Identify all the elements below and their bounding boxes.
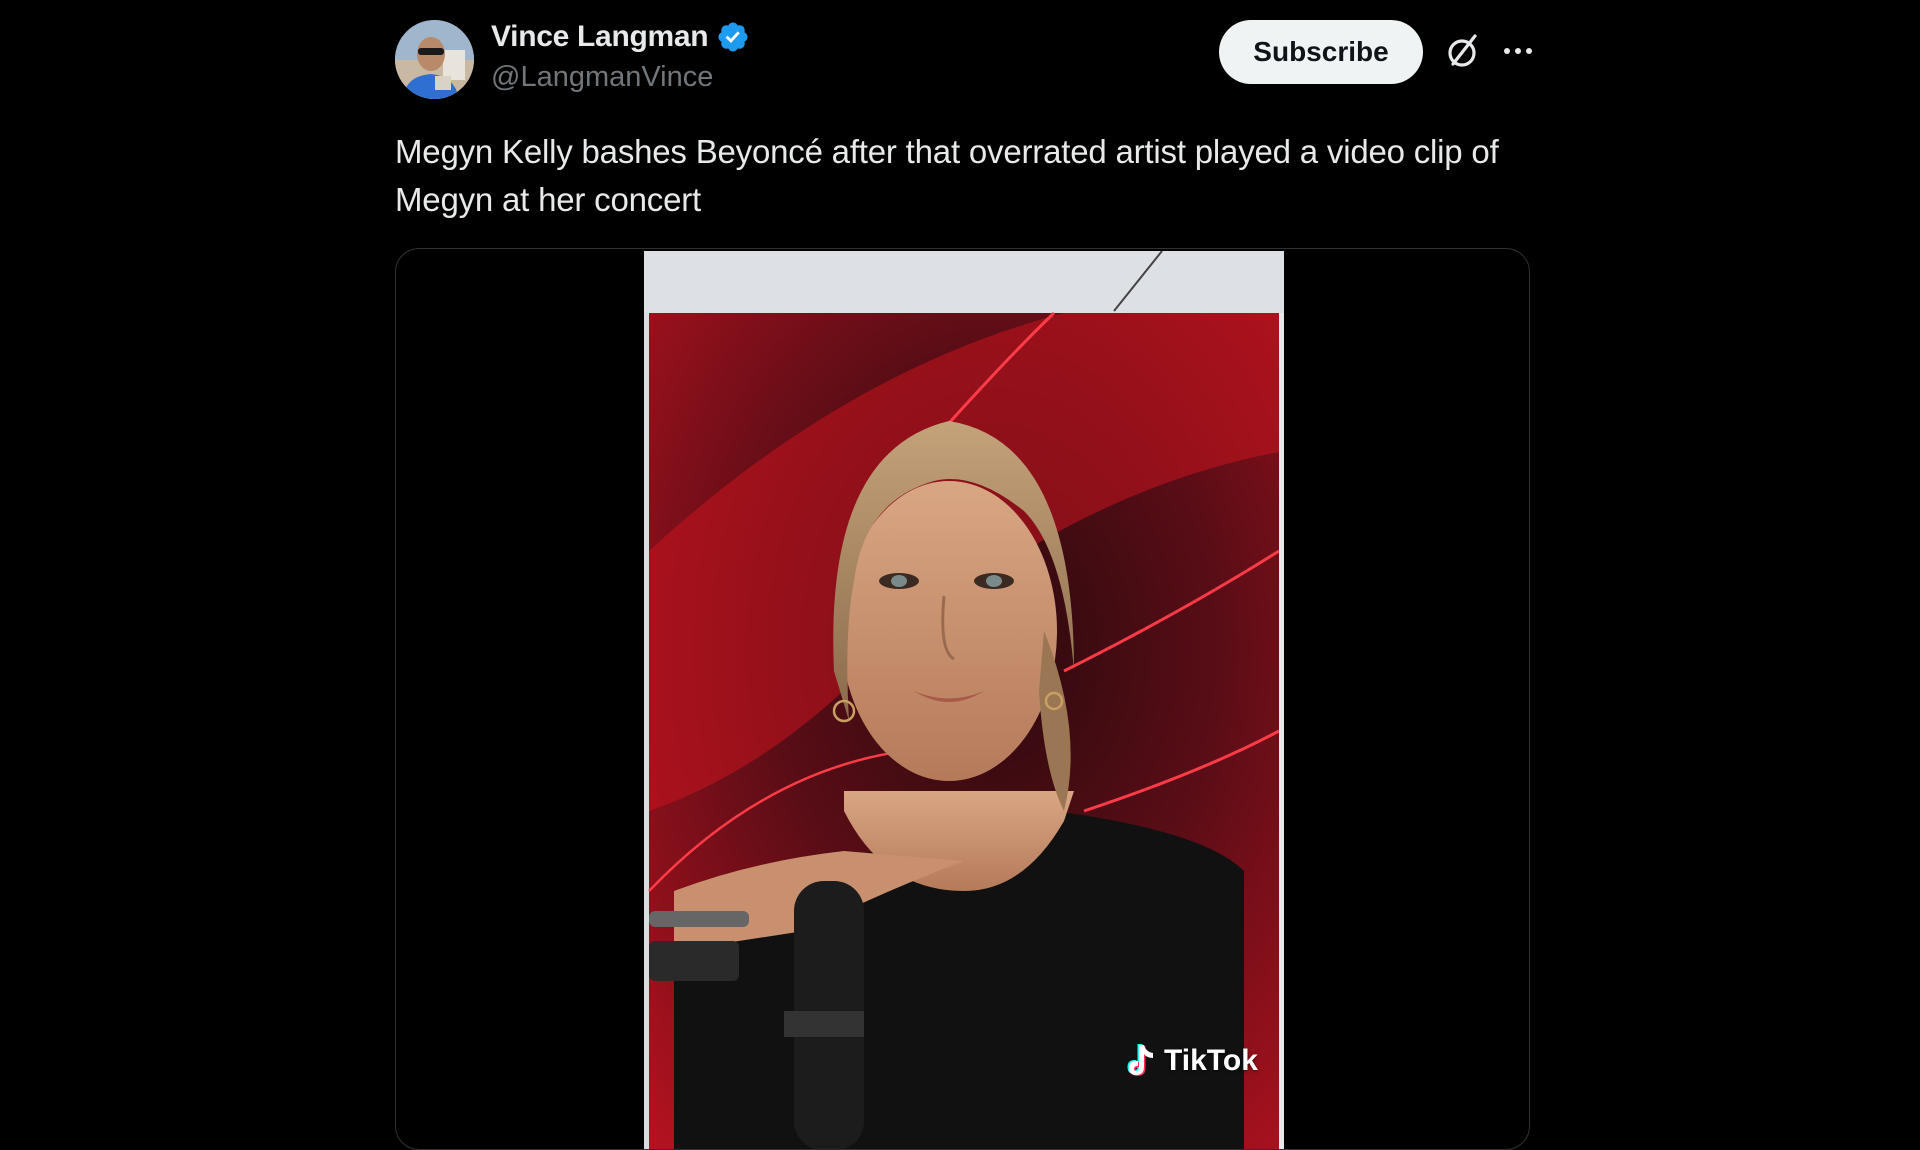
media-card[interactable]: TikTok bbox=[395, 248, 1530, 1150]
author-display-name[interactable]: Vince Langman bbox=[491, 20, 709, 54]
tiktok-watermark: TikTok bbox=[1124, 1043, 1258, 1079]
avatar[interactable] bbox=[395, 20, 474, 99]
tweet-text: Megyn Kelly bashes Beyoncé after that ov… bbox=[395, 133, 1499, 218]
grok-icon[interactable] bbox=[1441, 28, 1487, 74]
video-thumbnail bbox=[644, 251, 1284, 1149]
tweet: Vince Langman @LangmanVince Subscribe Me… bbox=[395, 0, 1532, 1150]
author-name-row: Vince Langman bbox=[491, 20, 750, 54]
verified-badge-icon bbox=[716, 20, 750, 54]
tiktok-watermark-label: TikTok bbox=[1164, 1044, 1258, 1077]
tiktok-logo-icon bbox=[1124, 1043, 1158, 1079]
video-player[interactable]: TikTok bbox=[644, 251, 1284, 1149]
author-handle[interactable]: @LangmanVince bbox=[491, 61, 713, 94]
more-dots-icon[interactable] bbox=[1495, 28, 1541, 74]
subscribe-button[interactable]: Subscribe bbox=[1219, 20, 1423, 84]
